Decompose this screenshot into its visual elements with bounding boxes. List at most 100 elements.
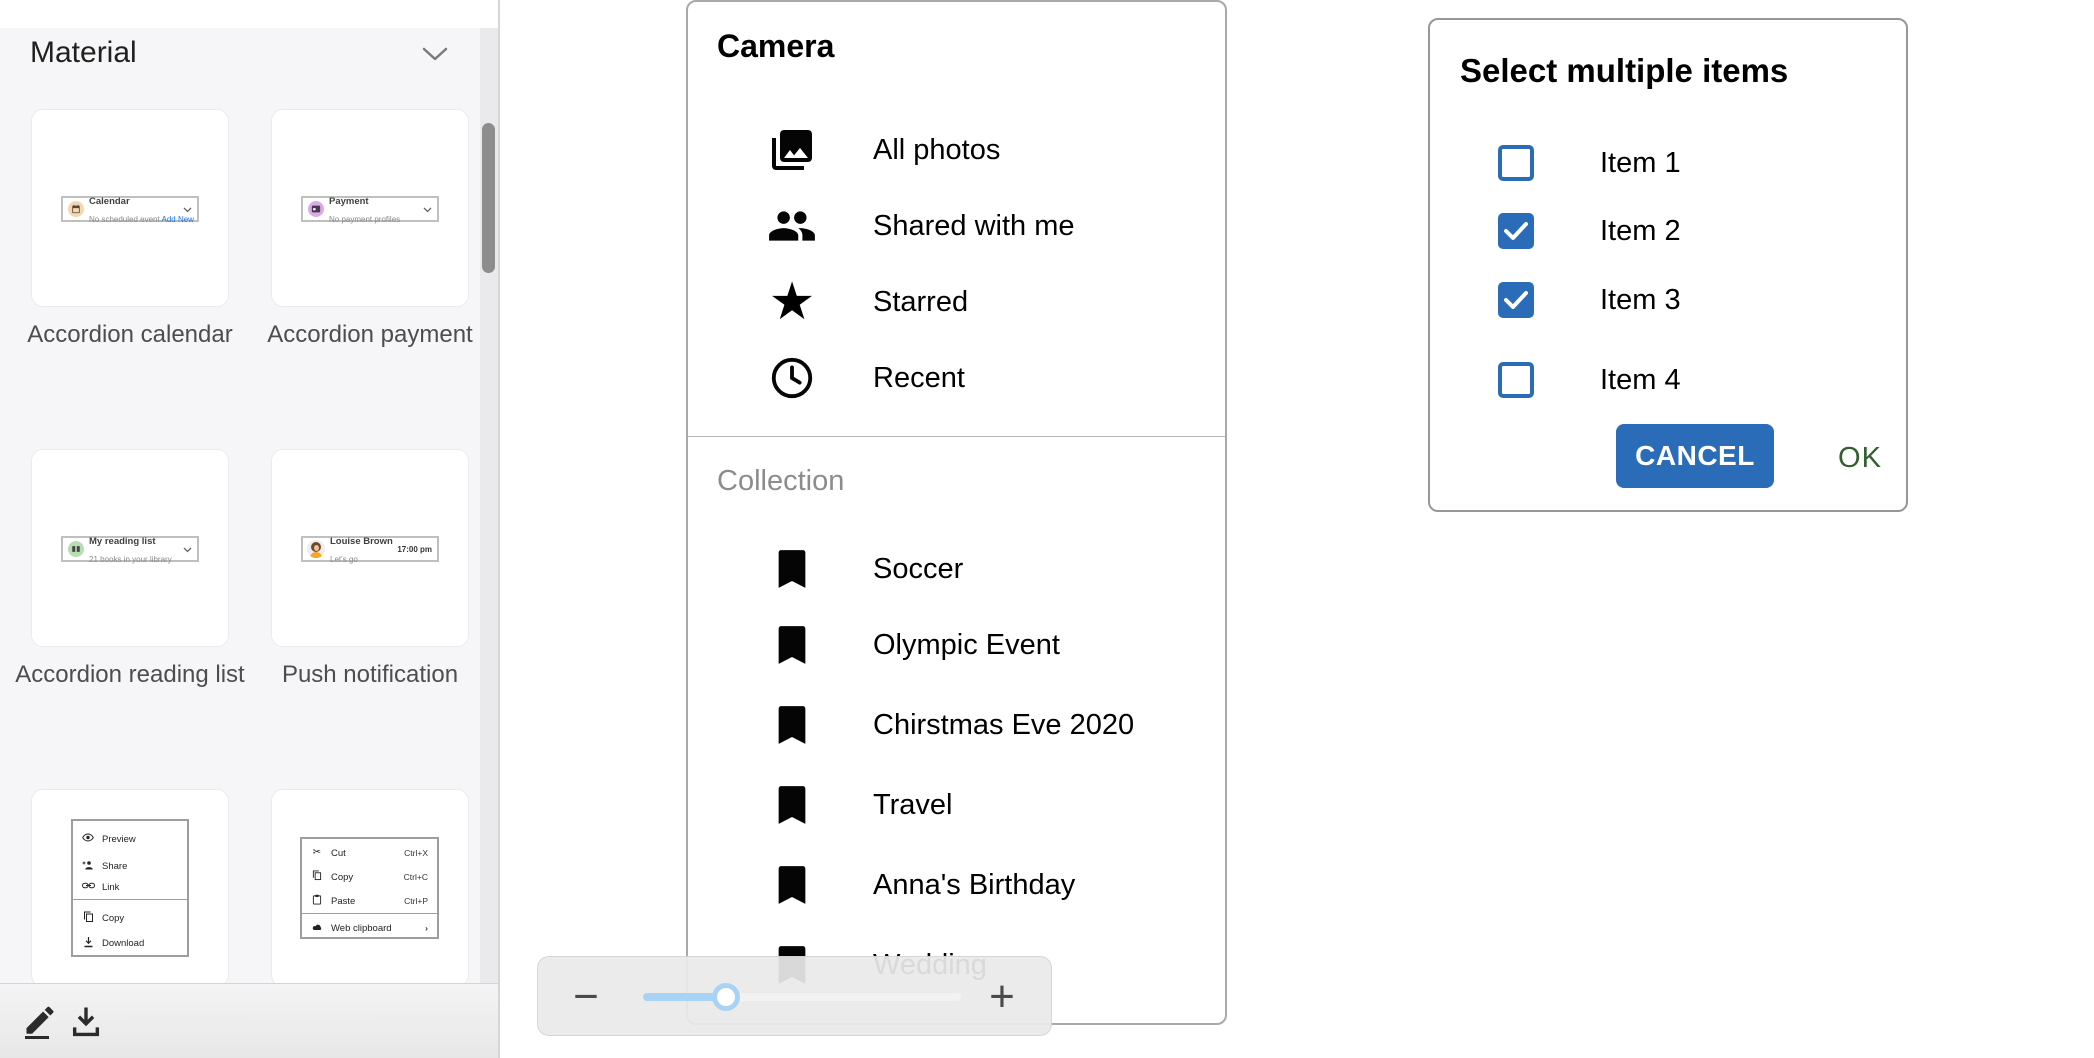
sidebar-scrollbar[interactable] [480,28,498,983]
select-multiple-items-dialog: Select multiple items Item 1 Item 2 Item… [1428,18,1908,512]
chevron-down-icon [183,200,192,218]
chevron-down-icon[interactable] [422,46,448,67]
notification-time: 17:00 pm [397,545,432,554]
cancel-button[interactable]: CANCEL [1616,424,1774,488]
menu-item-label: Download [102,938,144,949]
dialog-row-item-2: Item 2 [1430,211,1906,251]
bookmark-icon [766,767,818,843]
chevron-down-icon [183,540,192,558]
accordion-payment-widget: Payment No payment profiles [301,196,439,222]
menu-item-label: Share [102,861,127,872]
accordion-calendar-widget: Calendar No scheduled event Add New [61,196,199,222]
payment-card-icon [308,201,324,217]
pencil-icon [22,1002,58,1040]
zoom-in-button[interactable]: + [980,957,1024,1037]
thumbnail-caption: Accordion payment [250,318,490,352]
notification-name: Louise Brown [330,536,393,547]
push-notification-widget: Louise Brown Let's go 17:00 pm [301,536,439,562]
check-icon [1503,289,1529,311]
eye-icon [81,833,95,845]
zoom-out-button[interactable]: − [564,957,608,1037]
checkbox-item-2[interactable] [1498,213,1534,249]
bookmark-icon [766,847,818,923]
menu-item-label: Cut [331,848,346,859]
scrollbar-thumb[interactable] [482,123,495,273]
menu-item-label: Copy [331,872,353,883]
book-icon [68,541,84,557]
menu-item-recent[interactable]: Recent [688,340,1225,416]
menu-item-label: Copy [102,913,124,924]
collection-item-soccer[interactable]: Soccer [688,531,1225,607]
widget-subtitle: No scheduled event Add New [89,215,194,224]
ok-button[interactable]: OK [1820,438,1900,478]
menu-item-label: Link [102,882,119,893]
calendar-icon [68,201,84,217]
material-section-title: Material [30,36,137,70]
sidebar-top-strip [0,0,498,28]
notification-message: Let's go [330,555,358,564]
menu-item-label: Preview [102,834,136,845]
checkbox-item-4[interactable] [1498,362,1534,398]
clock-icon [766,340,818,416]
scissors-icon: ✂ [310,848,324,858]
menu-item-starred[interactable]: ★ Starred [688,264,1225,340]
menu-shortcut: Ctrl+P [404,896,428,906]
download-icon [81,936,95,951]
chevron-down-icon [423,200,432,218]
thumbnail-caption: Accordion calendar [10,318,250,352]
zoom-toolbar: − + [537,956,1052,1036]
widget-title: My reading list [89,536,156,547]
section-divider [688,436,1225,437]
dialog-title: Select multiple items [1460,52,1788,90]
avatar [307,540,325,558]
edit-button[interactable] [20,1000,60,1042]
bookmark-icon [766,531,818,607]
menu-divider [302,913,437,914]
bookmark-icon [766,687,818,763]
menu-item-shared-with-me[interactable]: Shared with me [688,188,1225,264]
dialog-row-item-1: Item 1 [1430,143,1906,183]
collection-item-annas-birthday[interactable]: Anna's Birthday [688,847,1225,923]
collection-header: Collection [717,465,844,498]
material-sidebar: Material Calendar No scheduled event Add… [0,0,500,1058]
widget-title: Calendar [89,196,130,207]
thumbnail-caption: Accordion reading list [10,658,250,692]
chevron-right-icon: › [425,923,428,933]
copy-icon [81,911,95,926]
widget-subtitle: No payment profiles [329,215,400,224]
zoom-slider[interactable] [643,993,961,1001]
thumbnail-caption: Push notification [250,658,490,692]
menu-item-label: Paste [331,896,355,907]
accordion-reading-widget: My reading list 21 books in your library [61,536,199,562]
checkbox-item-3[interactable] [1498,282,1534,318]
dialog-row-item-3: Item 3 [1430,280,1906,320]
zoom-slider-thumb[interactable] [712,983,740,1011]
cloud-icon [310,923,324,934]
dialog-row-item-4: Item 4 [1430,360,1906,400]
sidebar-footer [0,983,498,1058]
download-button[interactable] [66,1000,106,1042]
download-icon [69,1003,103,1039]
widget-subtitle: 21 books in your library [89,555,172,564]
camera-panel-title: Camera [717,28,834,65]
copy-icon [310,870,324,884]
menu-item-label: Web clipboard [331,923,392,934]
bookmark-icon [766,607,818,683]
menu-shortcut: Ctrl+X [404,848,428,858]
menu-item-all-photos[interactable]: All photos [688,112,1225,188]
link-icon [81,882,95,892]
person-add-icon [81,860,95,873]
people-icon [766,188,818,264]
menu-divider [73,899,187,900]
collection-item-olympic-event[interactable]: Olympic Event [688,607,1225,683]
clipboard-icon [310,894,324,908]
checkbox-item-1[interactable] [1498,145,1534,181]
clipboard-menu-widget: ✂ Cut Ctrl+X Copy Ctrl+C Paste Ctrl+P We… [300,837,439,939]
menu-shortcut: Ctrl+C [404,872,428,882]
collection-item-travel[interactable]: Travel [688,767,1225,843]
camera-panel: Camera All photos Shared with me ★ Starr… [686,0,1227,1025]
star-icon: ★ [766,264,818,340]
collection-item-chirstmas-eve[interactable]: Chirstmas Eve 2020 [688,687,1225,763]
check-icon [1503,220,1529,242]
widget-title: Payment [329,196,369,207]
